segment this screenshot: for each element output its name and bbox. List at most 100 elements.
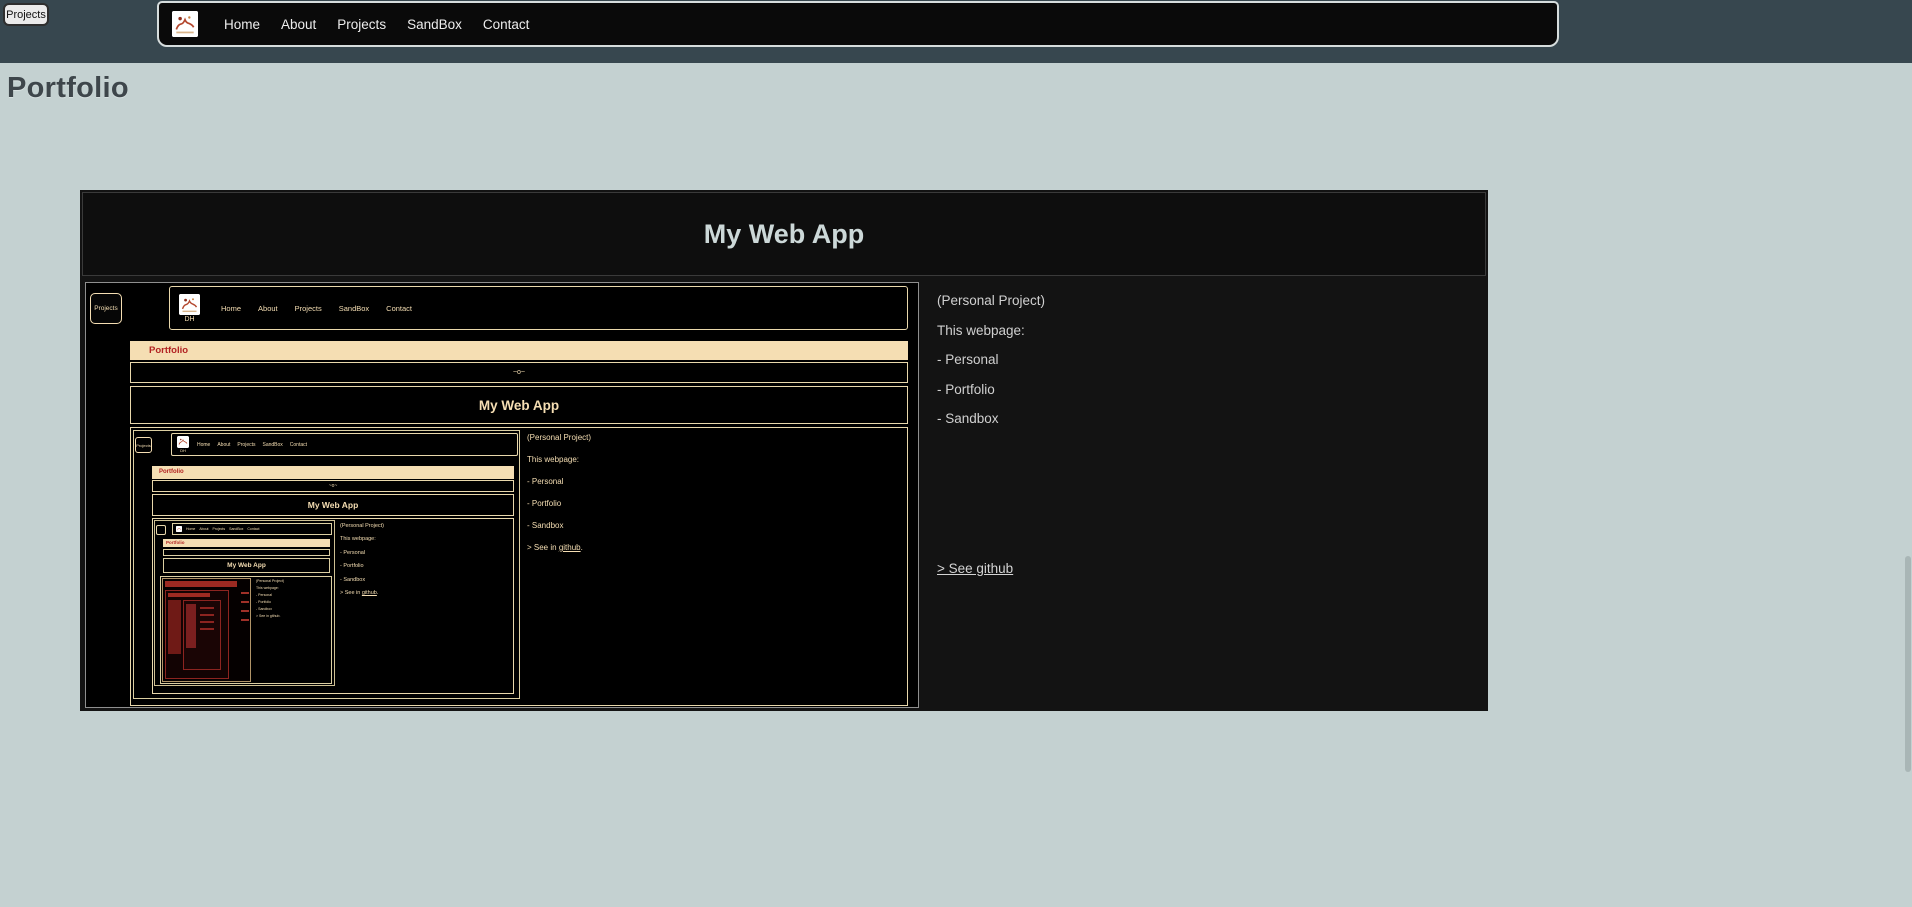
nested-nav-bar: DH Home About Projects SandBox Contact: [171, 433, 518, 456]
tiny-nav-link: About: [199, 527, 208, 531]
github-line-prefix: > See in: [340, 590, 362, 596]
deep-nested-content: [200, 607, 214, 609]
main-nav: Home About Projects SandBox Contact: [157, 1, 1559, 47]
nested-screenshot-level3: Home About Projects SandBox Contact Port…: [154, 520, 335, 686]
screenshot-nav-link: SandBox: [339, 304, 369, 313]
project-title: My Web App: [704, 219, 865, 250]
description-line: - Personal: [256, 594, 272, 598]
github-line-prefix: > See in: [527, 543, 559, 552]
deep-nested-content: [241, 601, 249, 603]
nested-nav-link: About: [217, 442, 230, 448]
description-line: This webpage:: [340, 536, 376, 542]
deep-nested-content: [186, 604, 196, 648]
nested-logo-image: [177, 436, 189, 448]
screenshot-nav-links: Home About Projects SandBox Contact: [221, 304, 412, 313]
screenshot-github-line: > See in github.: [527, 544, 583, 553]
nested-nav-links: Home About Projects SandBox Contact: [197, 442, 307, 448]
description-line: > See in github.: [256, 615, 280, 619]
project-title-bar: My Web App: [82, 192, 1486, 276]
tiny-project-body: (Personal Project) This webpage: - Perso…: [160, 576, 332, 684]
screenshot-logo-caption: DH: [184, 316, 194, 323]
description-line: This webpage:: [256, 587, 279, 591]
nested-github-line: > See in github.: [340, 590, 378, 596]
project-body: Projects DH Home About Projects SandBox …: [82, 280, 1486, 709]
deep-nested-content: [241, 619, 249, 621]
description-line: This webpage:: [527, 456, 579, 465]
nav-link-about[interactable]: About: [281, 17, 316, 32]
nested-page-title: Portfolio: [152, 466, 514, 479]
github-line-suffix: .: [377, 590, 379, 596]
screenshot-divider: ~o~: [130, 362, 908, 383]
tiny-nav-links: Home About Projects SandBox Contact: [186, 527, 259, 531]
nested-nav-link: Contact: [290, 442, 307, 448]
description-line: - Sandbox: [340, 577, 365, 583]
scrollbar-thumb[interactable]: [1905, 556, 1911, 772]
tiny-logo-image: [176, 526, 182, 532]
tiny-nav-link: Contact: [247, 527, 259, 531]
top-bar: Projects Home About Projects SandBox Con…: [0, 0, 1912, 63]
screenshot-nav-link: Home: [221, 304, 241, 313]
tiny-nav-link: SandBox: [229, 527, 243, 531]
screenshot-nav-link: About: [258, 304, 278, 313]
deep-nested-content: [168, 600, 181, 654]
screenshot-project-body: Projects DH Home About Projects S: [130, 427, 908, 706]
screenshot-nav-bar: DH Home About Projects SandBox Contact: [169, 286, 908, 330]
project-screenshot-image: Projects DH Home About Projects SandBox …: [85, 282, 919, 708]
description-line: - Personal: [340, 550, 365, 556]
deep-nested-content: [183, 600, 221, 670]
project-description: (Personal Project) This webpage: - Perso…: [937, 280, 1477, 709]
github-link[interactable]: > See github: [937, 561, 1013, 576]
description-line: - Sandbox: [527, 522, 563, 531]
deep-nested-screenshot: [162, 578, 251, 682]
deep-nested-content: [241, 610, 249, 612]
github-link-text: github: [362, 590, 377, 596]
description-line: (Personal Project): [340, 523, 384, 529]
nested-nav-link: Home: [197, 442, 210, 448]
nested-nav-link: SandBox: [262, 442, 282, 448]
deep-nested-content: [168, 593, 210, 597]
nested-projects-button: Projects: [135, 437, 152, 453]
nested-nav-link: Projects: [237, 442, 255, 448]
nested-logo-caption: DH: [180, 449, 186, 453]
nested-project-body: Home About Projects SandBox Contact Port…: [152, 518, 514, 694]
description-line: - Personal: [937, 352, 999, 368]
screenshot-description: (Personal Project) This webpage: - Perso…: [527, 428, 787, 705]
deep-nested-content: [200, 614, 214, 616]
tiny-projects-button: [156, 525, 166, 535]
screenshot-nav-link: Projects: [295, 304, 322, 313]
nav-link-home[interactable]: Home: [224, 17, 260, 32]
description-line: (Personal Project): [527, 434, 591, 443]
description-line: - Sandbox: [256, 608, 272, 612]
screenshot-logo-image: [179, 294, 200, 315]
nested-logo: DH: [177, 436, 189, 453]
description-line: - Sandbox: [937, 411, 999, 427]
projects-button[interactable]: Projects: [3, 3, 49, 26]
description-line: This webpage:: [937, 323, 1025, 339]
screenshot-projects-button: Projects: [90, 293, 122, 324]
nested-divider: ~o~: [152, 480, 514, 492]
nav-link-sandbox[interactable]: SandBox: [407, 17, 462, 32]
screenshot-logo: DH: [179, 294, 200, 323]
nav-links: Home About Projects SandBox Contact: [224, 17, 529, 32]
description-line: - Portfolio: [937, 382, 995, 398]
description-line: - Portfolio: [340, 563, 364, 569]
github-line-suffix: .: [581, 543, 583, 552]
github-link-text: github: [559, 543, 581, 552]
nested-app-title: My Web App: [152, 494, 514, 516]
nav-link-projects[interactable]: Projects: [337, 17, 386, 32]
tiny-nav-bar: Home About Projects SandBox Contact: [172, 523, 332, 535]
nested-screenshot-image: Projects DH Home About Projects S: [133, 430, 520, 699]
deep-nested-content: [241, 592, 249, 594]
tiny-nav-link: Projects: [213, 527, 226, 531]
deep-nested-content: [165, 590, 229, 679]
tiny-description: (Personal Project) This webpage: - Perso…: [256, 577, 332, 683]
tiny-divider: [163, 549, 330, 556]
description-line: - Portfolio: [527, 500, 561, 509]
description-line: - Personal: [527, 478, 563, 487]
description-line: - Portfolio: [256, 601, 271, 605]
site-logo-image[interactable]: [172, 11, 198, 37]
tiny-app-title: My Web App: [163, 558, 330, 573]
project-card: My Web App Projects DH Home About Projec…: [80, 190, 1488, 711]
nav-link-contact[interactable]: Contact: [483, 17, 530, 32]
description-line: (Personal Project): [256, 580, 284, 584]
